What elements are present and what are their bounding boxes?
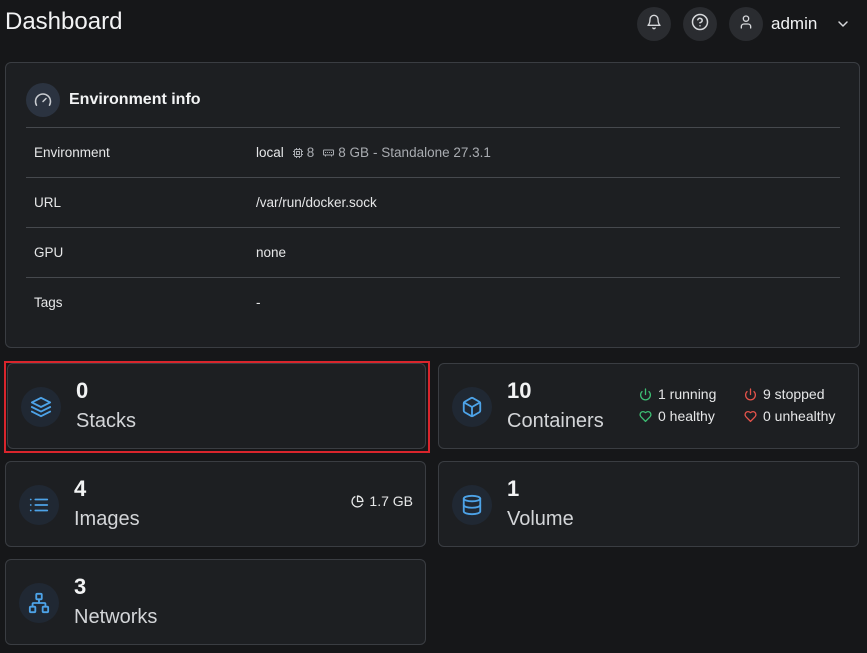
box-icon (452, 387, 492, 427)
bell-icon (646, 14, 662, 35)
containers-card[interactable]: 10 Containers 1 running 9 stopped 0 heal… (438, 363, 859, 449)
notifications-button[interactable] (637, 7, 671, 41)
user-icon (738, 14, 754, 35)
selection-highlight (4, 361, 430, 453)
environment-row: Environment local 8 8 GB - Standalone 27… (26, 127, 840, 177)
healthy-count: 0 healthy (658, 408, 715, 424)
containers-count: 10 (507, 378, 532, 403)
gpu-value: none (256, 245, 287, 260)
power-icon (639, 387, 652, 400)
images-count: 4 (74, 476, 87, 501)
volumes-card[interactable]: 1 Volume (438, 461, 859, 547)
database-icon (452, 485, 492, 525)
tags-value: - (256, 295, 261, 310)
volumes-count: 1 (507, 476, 520, 501)
images-label: Images (74, 508, 140, 530)
tags-label: Tags (34, 295, 63, 310)
help-button[interactable] (683, 7, 717, 41)
list-icon (19, 485, 59, 525)
gpu-label: GPU (34, 245, 64, 260)
images-size-value: 1.7 GB (369, 493, 413, 509)
environment-info-header: Environment info (26, 83, 201, 117)
chevron-down-icon[interactable] (835, 16, 851, 37)
volumes-label: Volume (507, 508, 574, 530)
environment-info-title: Environment info (69, 91, 201, 108)
networks-label: Networks (74, 606, 158, 628)
page-title: Dashboard (5, 8, 123, 35)
unhealthy-count: 0 unhealthy (763, 408, 836, 424)
images-card[interactable]: 4 Images 1.7 GB (5, 461, 426, 547)
url-value: /var/run/docker.sock (256, 195, 377, 210)
cpu-icon (292, 147, 304, 159)
url-label: URL (34, 195, 62, 210)
memory-icon (322, 147, 335, 159)
heart-icon (639, 410, 652, 422)
environment-type: - Standalone 27.3.1 (373, 145, 491, 160)
healthy-status: 0 healthy (639, 408, 715, 424)
running-status: 1 running (639, 386, 716, 402)
power-off-icon (744, 387, 757, 400)
environment-label: Environment (34, 145, 110, 160)
user-avatar-button[interactable] (729, 7, 763, 41)
memory-size: 8 GB (338, 145, 370, 160)
networks-count: 3 (74, 574, 87, 599)
environment-info-table: Environment local 8 8 GB - Standalone 27… (26, 127, 840, 327)
heart-broken-icon (744, 410, 757, 422)
stopped-count: 9 stopped (763, 386, 825, 402)
top-header: Dashboard admin (0, 0, 867, 48)
url-row: URL /var/run/docker.sock (26, 177, 840, 227)
containers-label: Containers (507, 410, 604, 432)
images-size: 1.7 GB (351, 493, 413, 509)
gpu-row: GPU none (26, 227, 840, 277)
network-icon (19, 583, 59, 623)
help-circle-icon (691, 13, 709, 36)
networks-card[interactable]: 3 Networks (5, 559, 426, 645)
environment-info-card: Environment info Environment local 8 8 G… (5, 62, 860, 348)
user-name[interactable]: admin (771, 14, 817, 34)
cpu-count: 8 (306, 145, 315, 160)
environment-name: local (256, 145, 284, 160)
gauge-icon (26, 83, 60, 117)
unhealthy-status: 0 unhealthy (744, 408, 835, 424)
stopped-status: 9 stopped (744, 386, 825, 402)
running-count: 1 running (658, 386, 717, 402)
pie-chart-icon (351, 494, 364, 508)
environment-value: local 8 8 GB - Standalone 27.3.1 (256, 145, 491, 160)
tags-row: Tags - (26, 277, 840, 327)
